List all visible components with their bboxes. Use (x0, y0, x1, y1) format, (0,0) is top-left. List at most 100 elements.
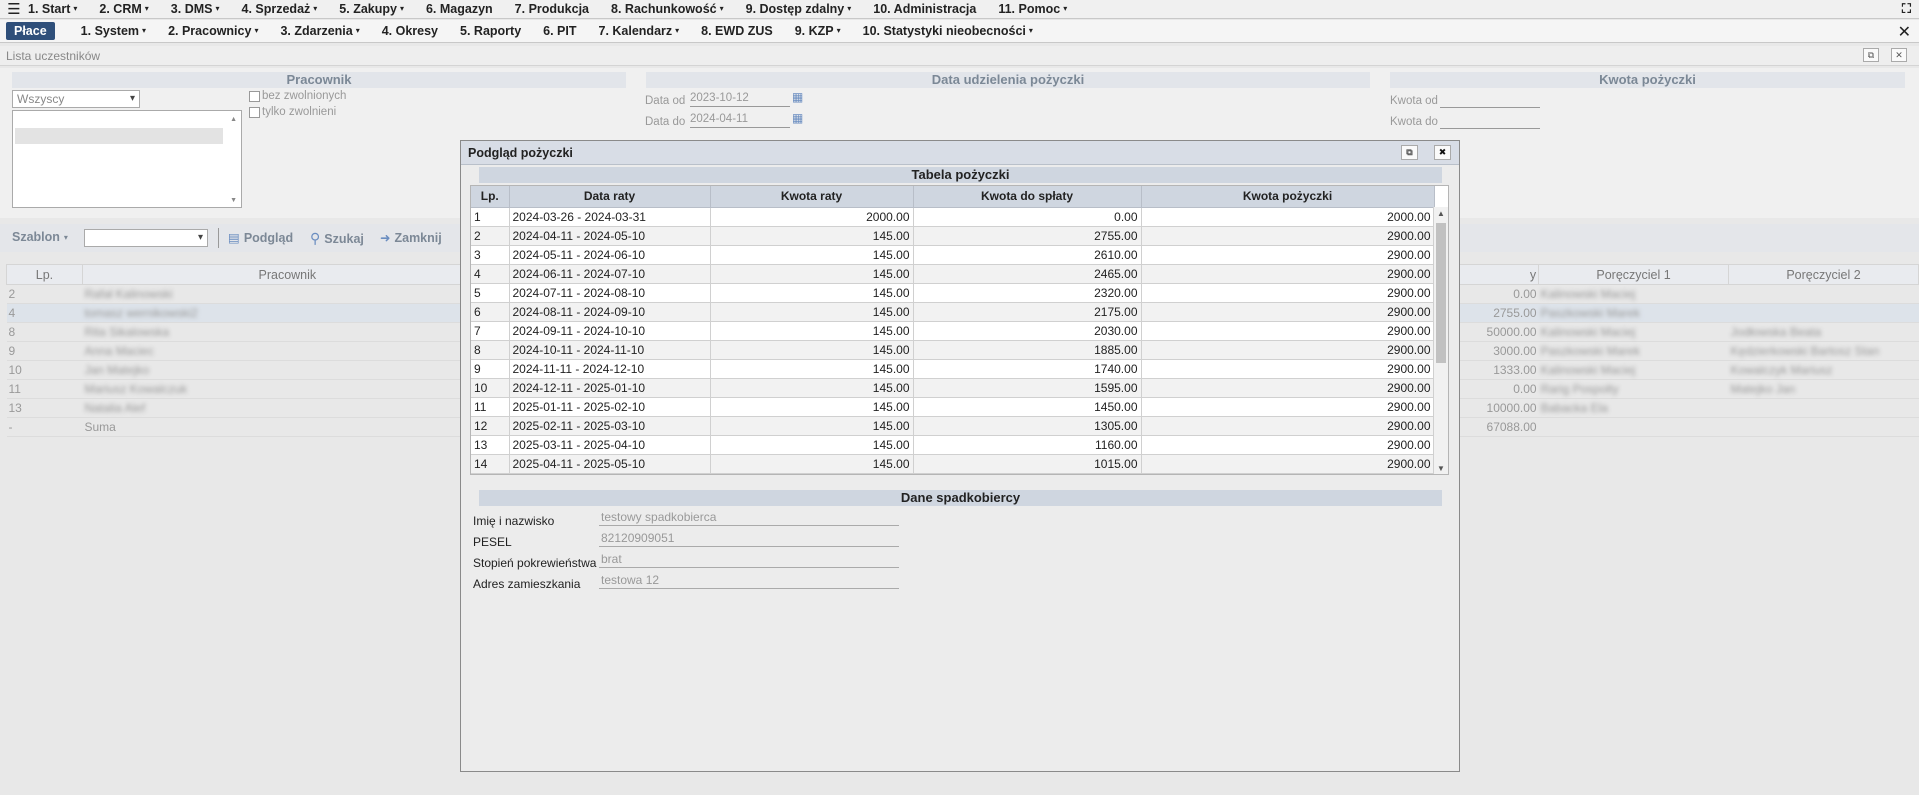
tab-place[interactable]: Płace (6, 22, 55, 40)
column-kwota-pozyczki[interactable]: Kwota pożyczki (1141, 186, 1435, 208)
loan-row[interactable]: 7 2024-09-11 - 2024-10-10 145.00 2030.00 290… (471, 321, 1435, 341)
loan-row[interactable]: 11 2025-01-11 - 2025-02-10 145.00 1450.00 29… (471, 397, 1435, 417)
loan-row[interactable]: 2 2024-04-11 - 2024-05-10 145.00 2755.00 290… (471, 226, 1435, 246)
submenu-item-9[interactable]: 9. KZP ▾ (795, 24, 841, 38)
date-from-input[interactable]: 2023-10-12 (690, 92, 790, 107)
menu-item-11[interactable]: 11. Pomoc ▾ (998, 2, 1067, 16)
column-data-raty[interactable]: Data raty (509, 186, 711, 208)
checkbox-box[interactable] (249, 90, 260, 102)
loan-row[interactable]: 5 2024-07-11 - 2024-08-10 145.00 2320.00 290… (471, 283, 1435, 303)
cell-installment-date: 2025-02-11 - 2025-03-10 (509, 416, 711, 436)
loan-row[interactable]: 10 2024-12-11 - 2025-01-10 145.00 1595.00 29… (471, 378, 1435, 398)
column-lp[interactable]: Lp. (6, 264, 83, 285)
cell-installment-amount: 145.00 (710, 340, 914, 360)
submenu-item-8[interactable]: 8. EWD ZUS (701, 24, 773, 38)
module-menu: 1. System ▾ 2. Pracownicy ▾ 3. Zdarzenia ▾ 4. … (81, 24, 1055, 38)
cell-guarantor-1: Paszkowski Marek (1538, 341, 1729, 361)
menu-item-4[interactable]: 4. Sprzedaż ▾ (242, 2, 318, 16)
listbox-selected-row[interactable] (15, 128, 223, 144)
amount-to-input[interactable] (1440, 114, 1540, 129)
menu-item-3[interactable]: 3. DMS ▾ (171, 2, 220, 16)
cell-installment-amount: 145.00 (710, 454, 914, 474)
loan-row[interactable]: 12 2025-02-11 - 2025-03-10 145.00 1305.00 29… (471, 416, 1435, 436)
loan-row[interactable]: 8 2024-10-11 - 2024-11-10 145.00 1885.00 290… (471, 340, 1435, 360)
scroll-down-icon[interactable]: ▼ (1437, 464, 1445, 473)
heir-relation-field[interactable]: brat (599, 552, 899, 568)
submenu-item-3[interactable]: 3. Zdarzenia ▾ (280, 24, 359, 38)
popout-icon[interactable]: ⧉ (1401, 145, 1418, 160)
close-icon[interactable]: ✕ (1891, 48, 1907, 62)
loan-row[interactable]: 4 2024-06-11 - 2024-07-10 145.00 2465.00 290… (471, 264, 1435, 284)
submenu-item-1[interactable]: 1. System ▾ (81, 24, 146, 38)
scroll-down-icon[interactable]: ▼ (230, 197, 237, 204)
cell-lp: 11 (471, 397, 510, 417)
calendar-icon[interactable]: ▦ (792, 111, 803, 125)
scrollbar-thumb[interactable] (1436, 223, 1446, 363)
cell-lp: 10 (471, 378, 510, 398)
template-select[interactable]: ▾ (84, 229, 208, 247)
scroll-up-icon[interactable]: ▲ (1437, 209, 1445, 218)
loan-row[interactable]: 3 2024-05-11 - 2024-06-10 145.00 2610.00 290… (471, 245, 1435, 265)
cell-remaining-amount: 1740.00 (913, 359, 1142, 379)
column-kwota-raty[interactable]: Kwota raty (710, 186, 914, 208)
amount-from-input[interactable] (1440, 93, 1540, 108)
employee-listbox[interactable]: ▲ ▼ (12, 110, 242, 208)
heir-section-title: Dane spadkobiercy (479, 490, 1442, 506)
column-pracownik[interactable]: Pracownik (81, 264, 493, 285)
cell-remaining-amount: 1015.00 (913, 454, 1142, 474)
employee-select[interactable]: Wszyscy ▾ (12, 90, 140, 108)
submenu-item-2[interactable]: 2. Pracownicy ▾ (168, 24, 258, 38)
scroll-up-icon[interactable]: ▲ (230, 116, 237, 123)
menu-item-6[interactable]: 6. Magazyn (426, 2, 493, 16)
template-dropdown[interactable]: Szablon ▾ (12, 230, 68, 244)
close-button[interactable]: ➜ Zamknij (380, 230, 442, 246)
close-icon[interactable]: ✖ (1434, 145, 1451, 160)
menu-item-5[interactable]: 5. Zakupy ▾ (339, 2, 404, 16)
heir-address-field[interactable]: testowa 12 (599, 573, 899, 589)
loan-row[interactable]: 6 2024-08-11 - 2024-09-10 145.00 2175.00 290… (471, 302, 1435, 322)
checkbox-tylko-zwolnieni[interactable]: tylko zwolnieni (249, 106, 336, 118)
submenu-item-5[interactable]: 5. Raporty (460, 24, 521, 38)
fullscreen-icon[interactable]: ⛶ (1902, 1, 1911, 17)
heir-name-field[interactable]: testowy spadkobierca (599, 510, 899, 526)
heir-pesel-field[interactable]: 82120909051 (599, 531, 899, 547)
search-button[interactable]: ⚲ Szukaj (310, 230, 364, 247)
column-poreczyciel-2[interactable]: Poręczyciel 2 (1728, 264, 1919, 285)
calendar-icon[interactable]: ▦ (792, 90, 803, 104)
chevron-down-icon: ▾ (313, 4, 318, 13)
vertical-scrollbar[interactable]: ▲ ▼ (1433, 207, 1448, 474)
menu-item-7[interactable]: 7. Produkcja (515, 2, 589, 16)
submenu-item-10[interactable]: 10. Statystyki nieobecności ▾ (863, 24, 1033, 38)
submenu-item-4[interactable]: 4. Okresy (382, 24, 438, 38)
close-module-icon[interactable]: ✕ (1898, 22, 1911, 42)
menu-item-2[interactable]: 2. CRM ▾ (99, 2, 148, 16)
column-lp[interactable]: Lp. (471, 186, 510, 208)
hamburger-icon[interactable]: ☰ (0, 0, 28, 18)
loan-preview-dialog: Podgląd pożyczki ⧉ ✖ Tabela pożyczki Lp.… (460, 140, 1460, 772)
column-poreczyciel-1[interactable]: Poręczyciel 1 (1538, 264, 1730, 285)
submenu-item-6[interactable]: 6. PIT (543, 24, 576, 38)
chevron-down-icon: ▾ (63, 232, 68, 242)
submenu-item-7[interactable]: 7. Kalendarz ▾ (599, 24, 680, 38)
chevron-down-icon: ▾ (847, 4, 852, 13)
main-menu-bar: ☰ 1. Start ▾ 2. CRM ▾ 3. DMS ▾ 4. Sprzedaż ▾ 5. … (0, 0, 1919, 19)
loan-row[interactable]: 13 2025-03-11 - 2025-04-10 145.00 1160.00 29… (471, 435, 1435, 455)
preview-button[interactable]: ▤ Podgląd (228, 230, 293, 246)
cell-loan-amount: 2900.00 (1141, 264, 1435, 284)
menu-item-9[interactable]: 9. Dostęp zdalny ▾ (746, 2, 852, 16)
menu-item-10[interactable]: 10. Administracja (873, 2, 976, 16)
checkbox-box[interactable] (249, 106, 260, 118)
loan-row[interactable]: 14 2025-04-11 - 2025-05-10 145.00 1015.00 29… (471, 454, 1435, 474)
cell-lp: 8 (6, 322, 83, 342)
loan-row[interactable]: 1 2024-03-26 - 2024-03-31 2000.00 0.00 2000.… (471, 207, 1435, 227)
menu-item-8[interactable]: 8. Rachunkowość ▾ (611, 2, 724, 16)
menu-item-1[interactable]: 1. Start ▾ (28, 2, 77, 16)
date-to-input[interactable]: 2024-04-11 (690, 113, 790, 128)
column-kwota-do-splaty[interactable]: Kwota do spłaty (913, 186, 1142, 208)
cell-loan-amount: 2900.00 (1141, 226, 1435, 246)
checkbox-bez-zwolnionych[interactable]: bez zwolnionych (249, 90, 346, 102)
cell-installment-date: 2024-08-11 - 2024-09-10 (509, 302, 711, 322)
loan-row[interactable]: 9 2024-11-11 - 2024-12-10 145.00 1740.00 290… (471, 359, 1435, 379)
cell-remaining-amount: 0.00 (913, 207, 1142, 227)
popout-icon[interactable]: ⧉ (1863, 48, 1879, 62)
